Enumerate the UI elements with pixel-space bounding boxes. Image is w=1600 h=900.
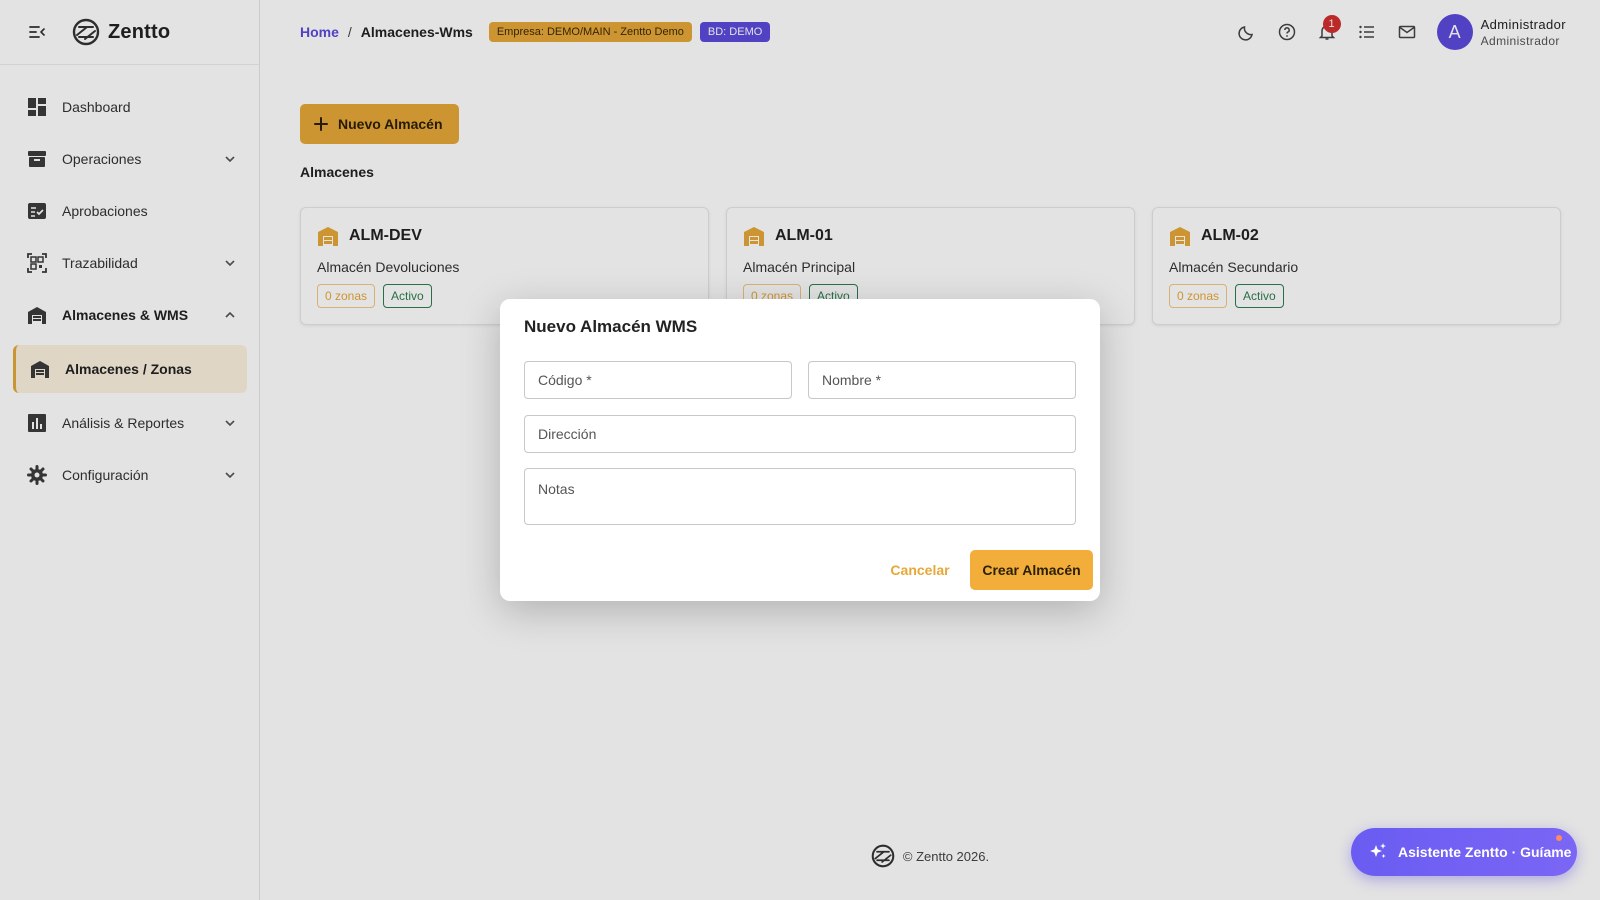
assistant-button[interactable]: Asistente Zentto · Guíame xyxy=(1351,828,1577,876)
notas-field[interactable] xyxy=(524,468,1076,525)
new-warehouse-dialog: Nuevo Almacén WMS Cancelar Crear Almacén xyxy=(500,299,1100,601)
notas-textarea[interactable] xyxy=(525,469,1075,524)
sparkles-icon xyxy=(1370,843,1386,858)
nombre-input[interactable] xyxy=(809,362,1075,398)
codigo-input[interactable] xyxy=(525,362,791,398)
dialog-title: Nuevo Almacén WMS xyxy=(524,317,698,336)
cancel-button[interactable]: Cancelar xyxy=(883,550,957,590)
assistant-status-dot xyxy=(1556,835,1562,841)
create-warehouse-button[interactable]: Crear Almacén xyxy=(970,550,1093,590)
direccion-field[interactable] xyxy=(524,415,1076,453)
nombre-field[interactable] xyxy=(808,361,1076,399)
direccion-input[interactable] xyxy=(525,416,1075,452)
assistant-label: Asistente Zentto · Guíame xyxy=(1398,844,1572,860)
codigo-field[interactable] xyxy=(524,361,792,399)
